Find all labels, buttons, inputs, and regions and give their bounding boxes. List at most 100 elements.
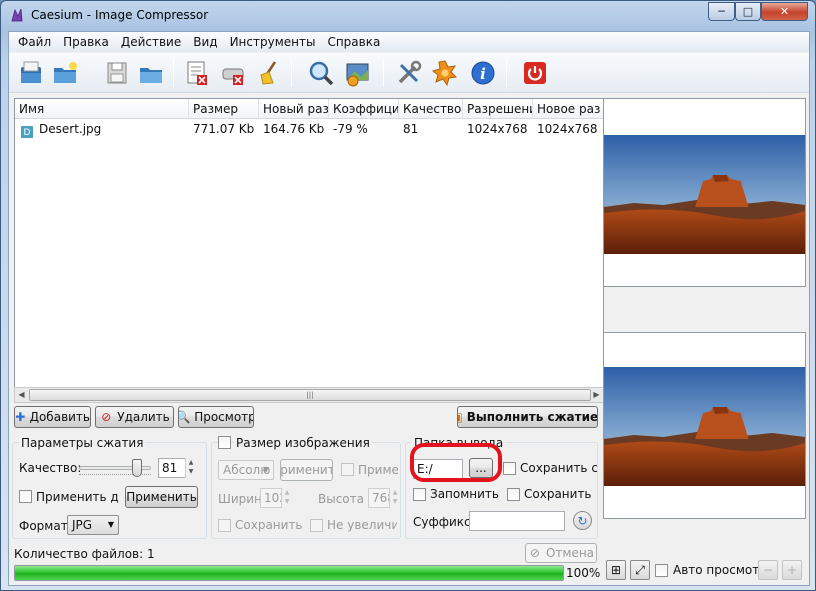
open-file-icon[interactable] [15, 57, 47, 89]
compressed-preview[interactable] [603, 332, 806, 519]
remove-list-icon[interactable] [181, 57, 213, 89]
clear-disk-icon[interactable] [217, 57, 249, 89]
suffix-label: Суффикс: [413, 515, 475, 529]
refresh-suffix-icon[interactable]: ↻ [573, 511, 592, 530]
column-size[interactable]: Размер [189, 99, 259, 119]
compression-group-title: Параметры сжатия [19, 436, 146, 450]
cancel-button-label: Отмена [545, 546, 595, 560]
progress-bar [14, 565, 564, 581]
quality-value-field[interactable]: 81 [158, 458, 186, 478]
column-name[interactable]: Имя [15, 99, 189, 119]
power-icon[interactable] [519, 57, 551, 89]
image-size-checkbox[interactable] [218, 436, 231, 449]
fit-to-window-icon[interactable]: ⊞ [606, 560, 626, 580]
image-size-group: Размер изображения Абсолю▼ Применить При… [211, 436, 401, 539]
caesium-logo-icon [11, 8, 23, 22]
size-apply-all-checkbox[interactable] [341, 463, 354, 476]
file-name: Desert.jpg [39, 122, 102, 136]
zoom-icon[interactable] [305, 57, 337, 89]
compress-icon: ▣ [458, 410, 463, 424]
size-mode-select[interactable]: Абсолю ▼ [218, 460, 274, 480]
menu-help[interactable]: Справка [321, 32, 386, 52]
toolbar-separator [173, 59, 174, 87]
menu-tools[interactable]: Инструменты [224, 32, 322, 52]
size-apply-all-label: Примени [358, 463, 398, 477]
compressed-image [604, 367, 805, 486]
magnifier-icon: 🔍 [179, 410, 191, 424]
toolbar-separator [506, 59, 507, 87]
column-new-resolution[interactable]: Новое раз [533, 99, 605, 119]
menu-action[interactable]: Действие [115, 32, 187, 52]
preview-button[interactable]: 🔍Просмотр [178, 406, 254, 428]
scroll-thumb[interactable]: ||| [29, 389, 591, 401]
image-size-group-title: Размер изображения [234, 436, 372, 450]
format-value: JPG [72, 518, 93, 532]
maximize-button[interactable]: □ [735, 2, 761, 21]
tools-icon[interactable] [393, 57, 425, 89]
keep-ratio-checkbox[interactable] [218, 519, 231, 532]
remember-path-label: Запомнить па [430, 487, 501, 501]
apply-all-label: Применить для в [36, 490, 119, 504]
apply-compression-button[interactable]: Применить [125, 486, 198, 508]
minimize-button[interactable]: ─ [708, 2, 735, 21]
column-new-size[interactable]: Новый раз [259, 99, 329, 119]
original-preview[interactable] [603, 98, 806, 287]
scroll-right-icon[interactable]: ▶ [590, 388, 603, 402]
keep-structure-checkbox[interactable] [503, 462, 516, 475]
height-spinner[interactable]: ▲ ▼ [389, 488, 400, 508]
width-spinner[interactable]: ▲ ▼ [281, 488, 292, 508]
add-button[interactable]: ✚ Добавить [14, 406, 91, 428]
quality-spinner[interactable]: ▲ ▼ [185, 458, 196, 478]
zoom-in-button[interactable]: + [782, 560, 802, 580]
column-quality[interactable]: Качество [399, 99, 463, 119]
menu-edit[interactable]: Правка [57, 32, 115, 52]
height-field[interactable]: 768 [368, 488, 390, 508]
compress-preview-icon[interactable] [341, 57, 373, 89]
close-button[interactable]: ✕ [761, 2, 808, 21]
add-icon: ✚ [15, 410, 26, 424]
apply-all-checkbox[interactable] [19, 490, 32, 503]
compression-group: Параметры сжатия Качество: 81 ▲ ▼ Примени… [12, 436, 207, 539]
column-ratio[interactable]: Коэффицие [329, 99, 399, 119]
remove-button-label: Удалить [117, 410, 170, 424]
open-folder-icon[interactable] [49, 57, 81, 89]
save-in-checkbox[interactable] [507, 488, 520, 501]
horizontal-scrollbar[interactable]: ◀ ||| ▶ [14, 387, 604, 403]
file-resolution: 1024x768 [467, 122, 528, 136]
quality-label: Качество: [19, 461, 82, 475]
toolbar-separator [383, 59, 384, 87]
suffix-field[interactable] [469, 511, 565, 531]
broom-clear-icon[interactable] [253, 57, 285, 89]
compress-button-label: Выполнить сжатие! [466, 410, 598, 424]
settings-gear-icon[interactable] [429, 57, 461, 89]
scroll-left-icon[interactable]: ◀ [15, 388, 28, 402]
width-field[interactable]: 102 [260, 488, 282, 508]
auto-preview-checkbox[interactable] [655, 564, 668, 577]
save-icon[interactable] [101, 57, 133, 89]
file-type-icon: D [21, 126, 33, 138]
menu-view[interactable]: Вид [187, 32, 223, 52]
add-button-label: Добавить [29, 410, 90, 424]
zoom-out-button[interactable]: − [758, 560, 778, 580]
size-apply-button[interactable]: Применить [280, 459, 333, 481]
info-icon[interactable]: i [467, 57, 499, 89]
window-title: Caesium - Image Compressor [31, 8, 209, 22]
cancel-button[interactable]: ⊘ Отмена [525, 543, 597, 563]
remove-button[interactable]: ⊘ Удалить [95, 406, 174, 428]
file-list[interactable]: Имя Размер Новый раз Коэффицие Качество … [14, 98, 605, 403]
quality-slider-thumb[interactable] [132, 459, 143, 477]
full-size-icon[interactable]: ⤢ [630, 560, 650, 580]
remember-path-checkbox[interactable] [413, 488, 426, 501]
menu-file[interactable]: Файл [12, 32, 57, 52]
no-enlarge-checkbox[interactable] [310, 519, 323, 532]
column-resolution[interactable]: Разрешени [463, 99, 533, 119]
format-select[interactable]: JPG ▼ [67, 515, 119, 535]
auto-preview-label: Авто просмотр [673, 563, 767, 577]
compress-button[interactable]: ▣Выполнить сжатие! [457, 406, 598, 428]
output-folder-highlight [410, 443, 502, 482]
table-row[interactable]: D Desert.jpg 771.07 Kb 164.76 Kb -79 % 81… [15, 120, 603, 138]
save-in-label: Сохранить в и [524, 487, 596, 501]
client-area: Файл Правка Действие Вид Инструменты Спр… [8, 31, 810, 586]
save-as-icon[interactable] [135, 57, 167, 89]
title-bar[interactable]: Caesium - Image Compressor ─ □ ✕ [1, 1, 815, 31]
